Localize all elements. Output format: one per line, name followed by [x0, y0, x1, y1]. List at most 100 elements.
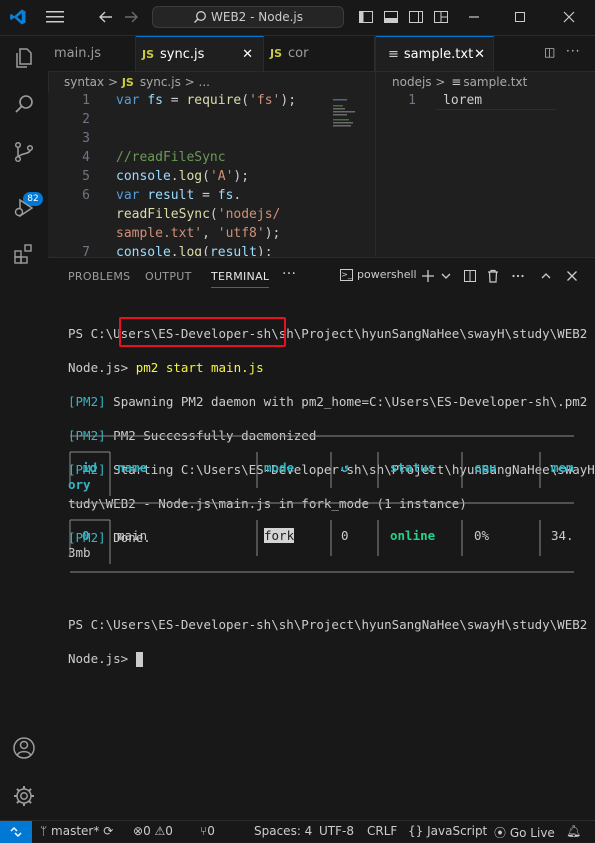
ports-indicator[interactable]: ⑂0 — [200, 824, 215, 838]
code-line-6-wrap: sample.txt', 'utf8'); — [116, 226, 281, 241]
text-file-icon: ≡ — [451, 75, 462, 89]
breadcrumb-right: nodejs > ≡ sample.txt — [376, 71, 595, 93]
chevron-down-icon[interactable] — [438, 268, 454, 284]
tab-cor[interactable]: JS cor — [264, 36, 375, 71]
command-center-label: WEB2 - Node.js — [211, 10, 303, 24]
close-window-icon[interactable] — [561, 9, 577, 25]
go-live-button[interactable]: ⦿ Go Live — [494, 824, 555, 841]
pm2-log-line: [PM2] Spawning PM2 daemon with pm2_home=… — [68, 393, 588, 410]
breadcrumb-file[interactable]: sample.txt — [463, 75, 527, 89]
run-debug-icon[interactable] — [12, 196, 36, 220]
tab-output[interactable]: OUTPUT — [145, 270, 192, 283]
close-tab-icon[interactable]: ✕ — [242, 37, 253, 71]
code-line-6-wrap: readFileSync('nodejs/ — [116, 207, 281, 222]
code-line-1: var fs = require('fs'); — [116, 93, 297, 108]
javascript-file-icon: JS — [270, 47, 283, 60]
line-number: 7 — [82, 245, 90, 256]
terminal-prompt: PS C:\Users\ES-Developer-sh\sh\Project\h… — [68, 617, 595, 632]
maximize-icon[interactable] — [512, 9, 528, 25]
accounts-icon[interactable] — [12, 736, 36, 760]
notifications-bell-icon[interactable]: 🔔︎ — [566, 824, 581, 838]
code-editor-right[interactable]: 1 lorem — [376, 93, 595, 256]
problems-indicator[interactable]: ⊗0 ⚠0 — [133, 824, 173, 838]
toggle-primary-sidebar-icon[interactable] — [358, 9, 374, 25]
more-actions-icon[interactable]: ··· — [566, 44, 580, 58]
process-id: 0 — [82, 528, 90, 543]
line-number: 1 — [408, 93, 416, 108]
code-line-1: lorem — [443, 93, 483, 108]
remote-indicator[interactable] — [0, 821, 32, 843]
extensions-icon[interactable] — [12, 242, 36, 266]
search-icon[interactable] — [12, 92, 36, 116]
breadcrumb-folder[interactable]: syntax — [64, 75, 104, 89]
tab-label: cor — [288, 46, 309, 61]
breadcrumb-folder[interactable]: nodejs — [392, 75, 432, 89]
trash-icon[interactable] — [485, 268, 501, 284]
minimap[interactable] — [333, 97, 363, 137]
terminal-icon: >_ — [340, 269, 353, 281]
more-actions-icon[interactable] — [510, 268, 526, 284]
process-name: main — [117, 528, 148, 543]
tab-main-js[interactable]: main.js — [48, 36, 136, 71]
minimize-icon[interactable] — [466, 9, 482, 25]
toggle-secondary-sidebar-icon[interactable] — [408, 9, 424, 25]
column-header-memory: mem — [551, 460, 574, 475]
source-control-icon[interactable] — [12, 140, 36, 164]
terminal-final-prompt: PS C:\Users\ES-Developer-sh\sh\Project\h… — [68, 599, 595, 701]
code-line-4: //readFileSync — [116, 150, 226, 165]
process-restarts: 0 — [341, 528, 349, 543]
tab-problems[interactable]: PROBLEMS — [68, 270, 130, 283]
close-tab-icon[interactable]: ✕ — [474, 37, 485, 71]
close-panel-icon[interactable] — [564, 268, 580, 284]
breadcrumb-file[interactable]: sync.js — [140, 75, 181, 89]
line-number: 3 — [82, 131, 90, 146]
eol-indicator[interactable]: CRLF — [367, 824, 397, 838]
settings-gear-icon[interactable] — [12, 784, 36, 808]
remote-icon — [10, 826, 22, 838]
menu-icon[interactable] — [46, 10, 64, 24]
column-header-status: status — [390, 460, 436, 475]
customize-layout-icon[interactable] — [433, 9, 449, 25]
toggle-panel-icon[interactable] — [383, 9, 399, 25]
forward-arrow-icon[interactable] — [123, 9, 139, 25]
panel-more-icon[interactable]: ··· — [282, 266, 296, 282]
terminal-cursor — [135, 652, 143, 667]
code-editor-left[interactable]: 1 2 3 4 5 6 7 var fs = require('fs'); //… — [48, 93, 375, 256]
new-terminal-plus-icon[interactable] — [420, 268, 436, 284]
column-header-restart: ↺ — [341, 460, 349, 475]
line-number: 4 — [82, 150, 90, 165]
indentation-indicator[interactable]: Spaces: 4 — [254, 824, 312, 838]
terminal-command-line: Node.js> pm2 start main.js — [68, 359, 588, 376]
maximize-panel-chevron-up-icon[interactable] — [538, 268, 554, 284]
branch-indicator[interactable]: ᛘ master* ⟳ — [40, 824, 113, 838]
split-terminal-icon[interactable] — [462, 268, 478, 284]
tab-terminal[interactable]: TERMINAL — [211, 270, 270, 288]
explorer-icon[interactable] — [12, 46, 36, 70]
terminal-shell-selector[interactable]: >_ powershell — [340, 268, 417, 281]
tab-label: sync.js — [160, 47, 205, 62]
process-memory: 34. — [551, 528, 574, 543]
ports-count: 0 — [207, 824, 215, 838]
process-cpu: 0% — [474, 528, 490, 543]
language-indicator[interactable]: {} JavaScript — [408, 824, 487, 838]
vscode-logo-icon[interactable] — [9, 8, 27, 26]
tab-sync-js[interactable]: JS sync.js ✕ — [136, 36, 264, 71]
git-branch-icon: ᛘ — [40, 824, 48, 838]
column-header-memory-wrap: ory — [68, 477, 91, 492]
back-arrow-icon[interactable] — [98, 9, 114, 25]
go-live-label: Go Live — [509, 826, 555, 840]
error-icon: ⊗ — [133, 824, 144, 838]
javascript-file-icon: JS — [121, 76, 134, 89]
warning-count: 0 — [165, 824, 173, 838]
sync-icon[interactable]: ⟳ — [103, 824, 113, 838]
line-number: 1 — [82, 93, 90, 108]
split-editor-icon[interactable]: ◫ — [544, 45, 555, 59]
encoding-indicator[interactable]: UTF-8 — [319, 824, 354, 838]
breadcrumb-separator: > — [435, 75, 446, 89]
command-center-search[interactable]: WEB2 - Node.js — [152, 6, 344, 28]
log-text: Spawning PM2 daemon with pm2_home=C:\Use… — [105, 394, 588, 409]
terminal-command: pm2 start main.js — [135, 360, 264, 375]
tab-sample-txt[interactable]: ≡ sample.txt ✕ — [376, 36, 494, 71]
breadcrumb-symbol[interactable]: ... — [199, 75, 210, 89]
code-line-7: console.log(result); — [116, 245, 273, 256]
